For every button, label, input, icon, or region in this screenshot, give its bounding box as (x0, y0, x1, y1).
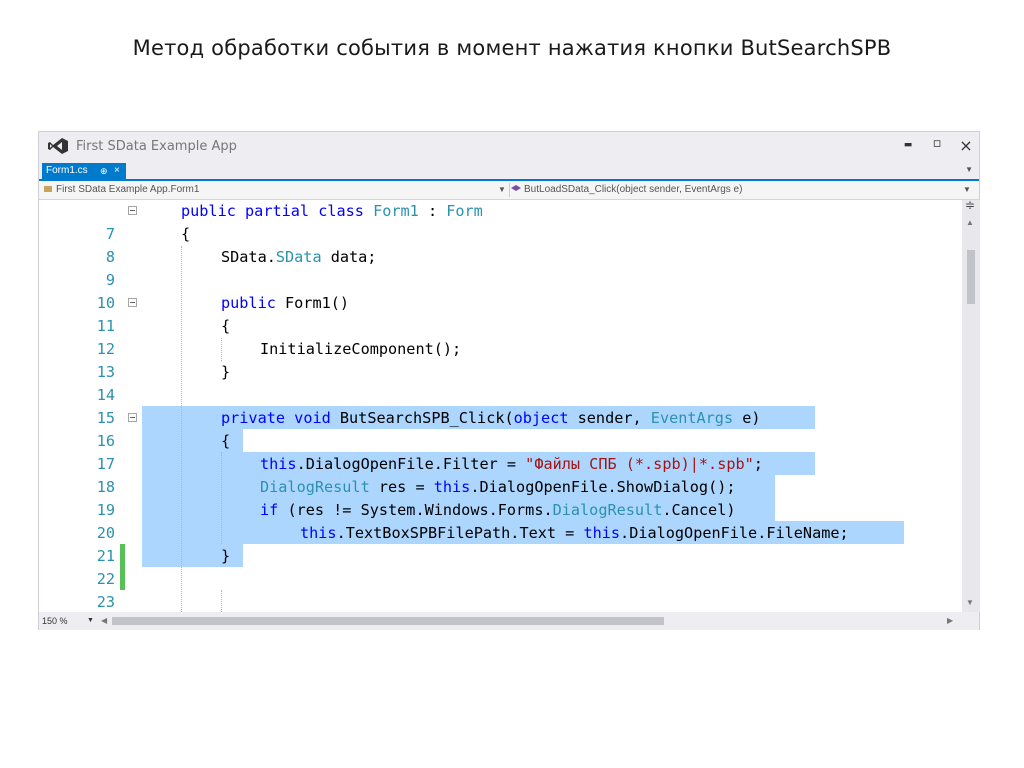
navigation-bar: First SData Example App.Form1 ▼ ButLoadS… (39, 181, 979, 200)
scroll-up-icon[interactable]: ▲ (966, 218, 974, 227)
code-line: 17 { (39, 430, 962, 473)
code-text: private void ButSearchSPB_Click(object s… (221, 409, 761, 427)
chevron-down-icon: ▼ (963, 185, 971, 194)
code-line: 11 public Form1() (39, 292, 962, 335)
code-line: 8 { (39, 223, 962, 266)
code-line: 20 if (res != System.Windows.Forms.Dialo… (39, 499, 962, 542)
code-line: 14 } (39, 361, 962, 404)
minimize-button[interactable]: ▬ (898, 136, 918, 154)
scroll-left-icon[interactable]: ◀ (101, 612, 107, 630)
code-text: } (221, 363, 231, 381)
code-text: if (res != System.Windows.Forms.DialogRe… (260, 501, 736, 519)
vertical-scrollbar[interactable]: ≑ ▲ ▼ (962, 198, 980, 612)
close-button[interactable]: × (956, 136, 976, 155)
code-line: 18 this.DialogOpenFile.Filter = "Файлы С… (39, 453, 962, 496)
code-line: 21 this.TextBoxSPBFilePath.Text = this.D… (39, 522, 962, 565)
code-line: 13 InitializeComponent(); (39, 338, 962, 381)
class-icon (44, 186, 52, 193)
code-line: 22 } (39, 545, 962, 588)
vs-logo-icon (48, 138, 68, 154)
window-title: First SData Example App (76, 139, 237, 154)
collapse-icon[interactable] (128, 206, 137, 215)
code-text: InitializeComponent(); (260, 340, 462, 358)
code-text: SData.SData data; (221, 248, 377, 266)
maximize-icon: ▫ (932, 136, 942, 151)
code-text: { (221, 432, 231, 450)
maximize-button[interactable]: ▫ (927, 136, 947, 154)
code-text: public partial class Form1 : Form (181, 202, 483, 220)
code-line: 19 DialogResult res = this.DialogOpenFil… (39, 476, 962, 519)
slide-title: Метод обработки события в момент нажатия… (132, 36, 892, 60)
close-icon: × (959, 136, 973, 155)
ide-window: First SData Example App ▬ ▫ × Form1.cs ⊕… (38, 131, 980, 630)
code-line: 24 (39, 591, 962, 612)
tab-dropdown-icon[interactable]: ▼ (965, 165, 973, 174)
collapse-icon[interactable] (128, 413, 137, 422)
scroll-right-icon[interactable]: ▶ (947, 612, 953, 630)
code-line: 16 private void ButSearchSPB_Click(objec… (39, 407, 962, 450)
vertical-scroll-thumb[interactable] (967, 250, 975, 304)
code-text: this.TextBoxSPBFilePath.Text = this.Dial… (300, 524, 849, 542)
code-line: 9 SData.SData data; (39, 246, 962, 289)
member-selector[interactable]: ButLoadSData_Click(object sender, EventA… (511, 181, 971, 199)
editor-status-bar: 150 % ▼ ◀ ▶ (39, 612, 979, 630)
document-tab-row: Form1.cs ⊕ × ▼ (39, 163, 979, 181)
code-text: { (181, 225, 191, 243)
split-icon[interactable]: ≑ (965, 198, 975, 212)
code-line: 23 (39, 568, 962, 611)
code-line: 15 (39, 384, 962, 427)
code-text: DialogResult res = this.DialogOpenFile.S… (260, 478, 736, 496)
member-selector-label: ButLoadSData_Click(object sender, EventA… (524, 184, 743, 195)
scroll-down-icon[interactable]: ▼ (966, 598, 974, 607)
class-selector[interactable]: First SData Example App.Form1 ▼ (43, 181, 509, 199)
window-titlebar: First SData Example App ▬ ▫ × (39, 132, 979, 161)
code-editor[interactable]: 7 public partial class Form1 : Form 8 { … (39, 200, 962, 612)
method-icon (511, 185, 521, 192)
horizontal-scroll-thumb[interactable] (112, 617, 664, 625)
code-line: 7 public partial class Form1 : Form (39, 200, 962, 243)
code-text: { (221, 317, 231, 335)
collapse-icon[interactable] (128, 298, 137, 307)
zoom-level[interactable]: 150 % (42, 612, 68, 630)
code-text: this.DialogOpenFile.Filter = "Файлы СПБ … (260, 455, 763, 473)
code-text: public Form1() (221, 294, 350, 312)
tab-form1-cs[interactable]: Form1.cs ⊕ × (42, 163, 126, 179)
code-line: 12 { (39, 315, 962, 358)
tab-close-icon[interactable]: × (114, 163, 120, 179)
class-selector-label: First SData Example App.Form1 (56, 184, 200, 195)
code-text: } (221, 547, 231, 565)
minimize-icon: ▬ (903, 140, 913, 150)
navbar-divider (509, 183, 510, 197)
code-line: 10 (39, 269, 962, 312)
tab-label: Form1.cs (46, 165, 88, 176)
zoom-dropdown-icon[interactable]: ▼ (87, 612, 94, 630)
chevron-down-icon: ▼ (498, 185, 506, 194)
pin-icon[interactable]: ⊕ (100, 163, 108, 179)
